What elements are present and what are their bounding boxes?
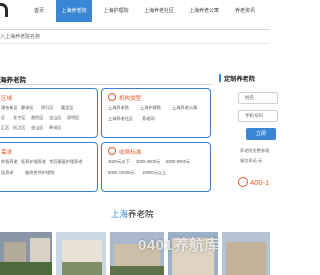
bottom-title-accent: 上海 xyxy=(111,209,129,219)
price-option[interactable]: 3000元以下 xyxy=(108,159,130,165)
search-input[interactable]: 入上海养老院名称 xyxy=(0,33,40,40)
region-filter-card: 区域 浦东新区 静安区 闵行区 嘉定区 区 长宁区 普陀区 宝山区 崇明区 汇区… xyxy=(0,88,98,138)
region-option[interactable]: 宝山区 xyxy=(49,115,62,121)
price-option[interactable]: 3000-4000元 xyxy=(136,159,160,165)
name-field[interactable]: 姓名 xyxy=(238,92,278,104)
region-option[interactable]: 长宁区 xyxy=(13,115,26,121)
nursing-home-photos xyxy=(0,232,270,275)
free-visit-note: 养老院免费参观 xyxy=(240,148,270,153)
region-option[interactable]: 奉贤区 xyxy=(49,125,62,131)
need-option[interactable]: 术后康复护理养老 xyxy=(49,159,83,165)
price-filter-title: 收费标准 xyxy=(119,150,142,156)
region-option[interactable]: 区 xyxy=(1,115,5,121)
type-option[interactable]: 上海护理院 xyxy=(140,105,161,111)
region-option[interactable]: 静安区 xyxy=(21,105,34,111)
phone-field[interactable]: 手机号码 xyxy=(238,110,278,122)
photo-strip xyxy=(0,232,270,275)
sidebar-title-marker xyxy=(219,74,221,82)
price-option[interactable]: 8000-10000元 xyxy=(108,170,135,176)
region-option[interactable]: 金山区 xyxy=(31,125,44,131)
need-filter-card: 需求 失智养老 医养护理养老 术后康复护理养老 居养老 临终关怀护理院 xyxy=(0,142,98,192)
nav-elderly-news[interactable]: 养老资讯 xyxy=(229,0,261,22)
type-option[interactable]: 养老网 xyxy=(142,116,155,122)
type-filter-card: 机构类型 上海养老院 上海护理院 上海养老公寓 上海养老社区 养老网 xyxy=(101,88,211,138)
section-divider xyxy=(0,84,213,85)
need-option[interactable]: 临终关怀护理院 xyxy=(25,170,54,176)
type-option[interactable]: 上海养老院 xyxy=(108,105,129,111)
region-option[interactable]: 浦东新区 xyxy=(1,105,18,111)
price-filter-card: 收费标准 3000元以下 3000-4000元 5000-6000元 8000-… xyxy=(101,142,211,192)
photo-5-building xyxy=(226,242,266,275)
sidebar-title: 定制养老院 xyxy=(224,76,255,83)
search-border-top xyxy=(0,29,270,30)
need-option[interactable]: 居养老 xyxy=(1,170,14,176)
nav-shanghai-care-homes[interactable]: 上海护理院 xyxy=(98,0,134,22)
phone-icon xyxy=(238,177,248,187)
photo-1-trees xyxy=(0,262,52,275)
region-option[interactable]: 闵行区 xyxy=(41,105,54,111)
nav-home[interactable]: 首页 xyxy=(26,0,52,22)
photo-3-lawn xyxy=(110,266,164,275)
region-option[interactable]: 嘉定区 xyxy=(61,105,74,111)
type-option[interactable]: 上海养老公寓 xyxy=(172,105,197,111)
top-navigation: 首页 上海养老院 上海护理院 上海养老社区 上海养老公寓 养老资讯 xyxy=(0,0,270,22)
photo-2-garden xyxy=(62,262,102,275)
region-filter-title: 区域 xyxy=(1,96,13,102)
need-filter-title: 需求 xyxy=(1,150,13,156)
submit-button[interactable]: 立即 xyxy=(246,128,276,140)
region-option[interactable]: 汇区 xyxy=(1,125,9,131)
price-option[interactable]: 5000-6000元 xyxy=(166,159,190,165)
service-promise-note: 服务承诺-无 xyxy=(240,158,263,163)
region-option[interactable]: 崇明区 xyxy=(67,115,80,121)
hotline-number[interactable]: 400-1 xyxy=(250,178,269,187)
bottom-section-title: 上海养老院 xyxy=(111,208,154,220)
price-option[interactable]: 10000元以上 xyxy=(142,170,166,176)
institution-icon xyxy=(108,93,116,101)
region-option[interactable]: 普陀区 xyxy=(31,115,44,121)
nav-shanghai-nursing-homes[interactable]: 上海养老院 xyxy=(56,0,92,22)
type-option[interactable]: 上海养老社区 xyxy=(108,116,133,122)
price-icon xyxy=(108,147,116,155)
region-option[interactable]: 松江区 xyxy=(13,125,26,131)
watermark-text: 0401养航库 xyxy=(138,237,220,254)
search-border-bottom xyxy=(0,43,270,44)
bottom-title-rest: 养老院 xyxy=(128,209,154,219)
section-title: 海养老院 xyxy=(0,77,26,84)
nav-shanghai-elderly-apartments[interactable]: 上海养老公寓 xyxy=(183,0,225,22)
site-logo-icon[interactable] xyxy=(0,3,8,17)
nav-shanghai-elderly-communities[interactable]: 上海养老社区 xyxy=(138,0,180,22)
need-option[interactable]: 失智养老 xyxy=(1,159,18,165)
need-option[interactable]: 医养护理养老 xyxy=(21,159,46,165)
type-filter-title: 机构类型 xyxy=(119,96,142,102)
